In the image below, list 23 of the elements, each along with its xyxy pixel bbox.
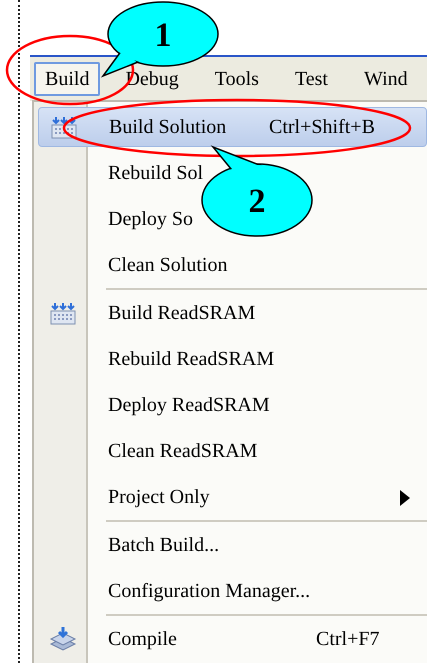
build-icon	[50, 301, 76, 325]
menu-item[interactable]: Rebuild ReadSRAM	[38, 336, 280, 382]
menu-item[interactable]: Batch Build...	[38, 522, 226, 568]
menu-bar-item[interactable]: Wind	[353, 62, 419, 96]
menu-item[interactable]: Clean Solution	[38, 242, 234, 288]
menu-bar-item[interactable]: Test	[284, 62, 339, 96]
menu-item[interactable]: Configuration Manager...	[38, 568, 316, 614]
callout-number: 2	[248, 183, 266, 220]
menu-bar-item[interactable]: Tools	[204, 62, 270, 96]
menu-bar-item[interactable]: Build	[34, 62, 100, 96]
menu-item[interactable]: Deploy ReadSRAM	[38, 382, 276, 428]
build-icon	[51, 115, 77, 139]
menu-item[interactable]: Deploy So	[38, 196, 199, 242]
menu-item[interactable]: Clean ReadSRAM	[38, 428, 264, 474]
shortcut-text: Ctrl+Shift+B	[269, 115, 375, 140]
menu-item[interactable]: Compile Ctrl+F7	[38, 616, 427, 662]
menu-item[interactable]: Project Only	[38, 474, 427, 520]
menu-item[interactable]: Build ReadSRAM	[38, 290, 262, 336]
menu-item[interactable]: Build Solution Ctrl+Shift+B	[38, 107, 427, 147]
shortcut-text: Ctrl+F7	[316, 627, 380, 652]
callout-number: 1	[154, 17, 172, 54]
stack-icon	[49, 626, 77, 652]
menu-item[interactable]: Rebuild Sol	[38, 150, 210, 196]
